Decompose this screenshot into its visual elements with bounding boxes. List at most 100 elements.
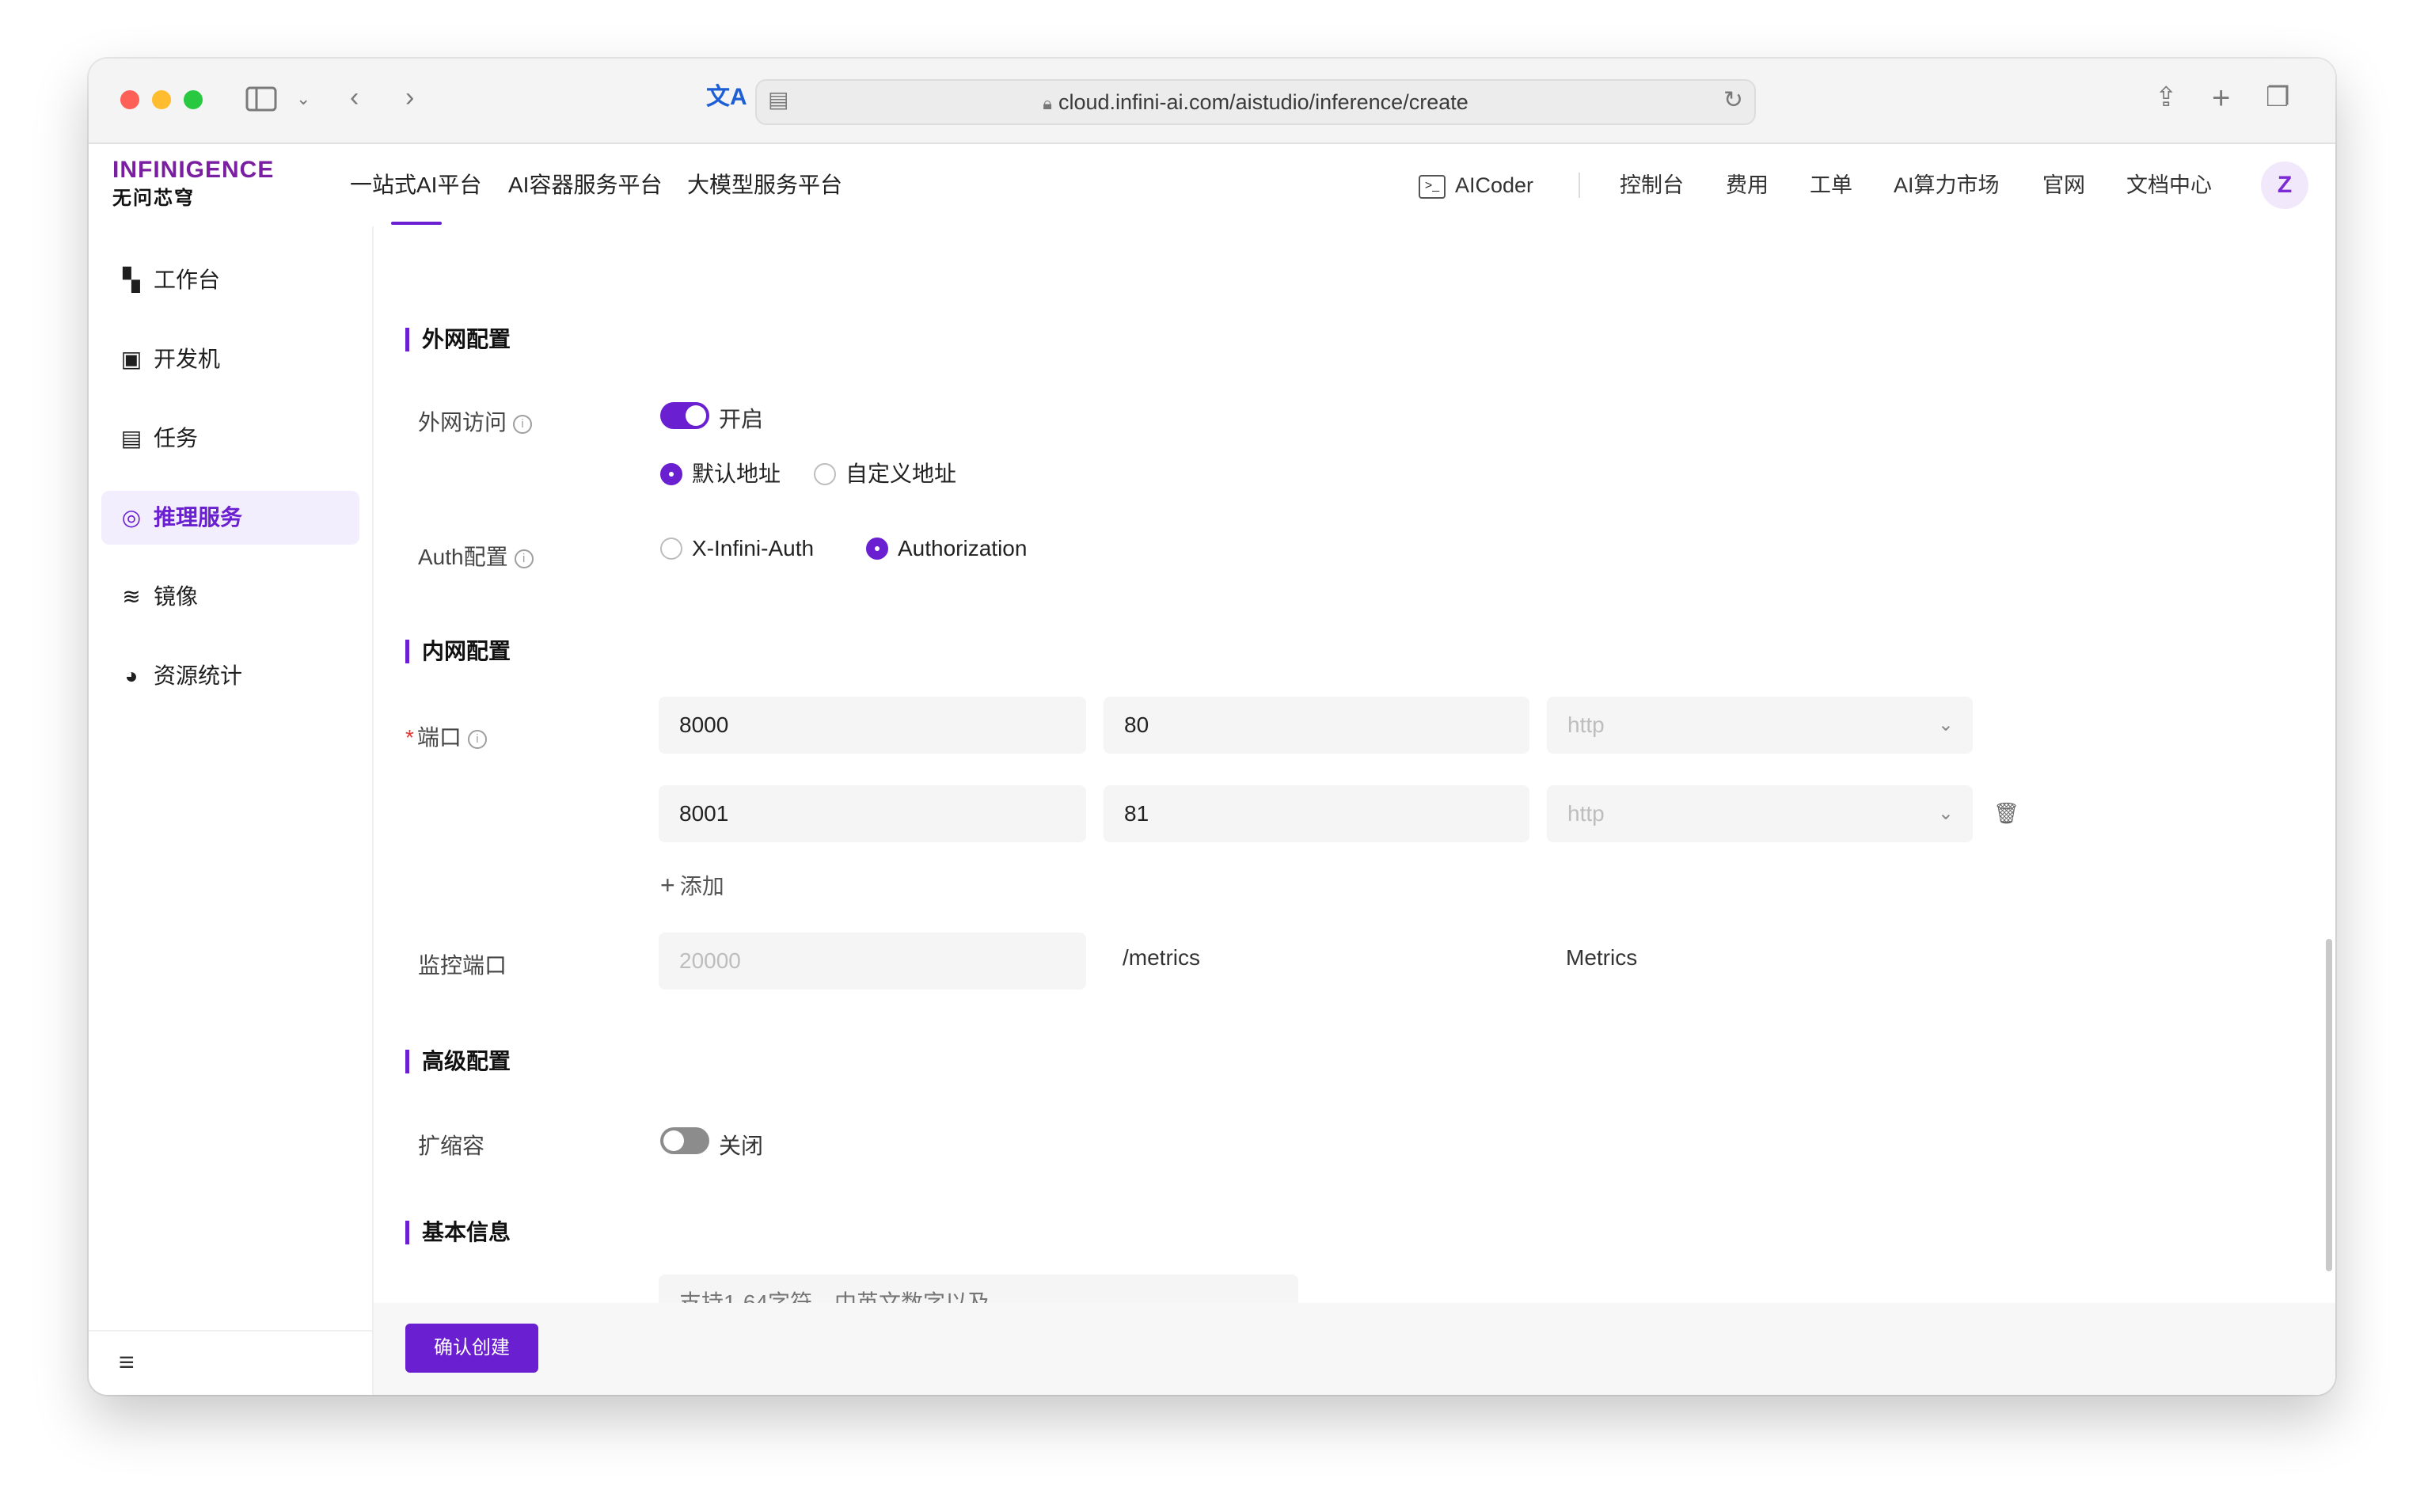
radio-circle	[660, 463, 682, 485]
service-port-input-2[interactable]: 81	[1104, 785, 1529, 842]
nav-llm-service[interactable]: 大模型服务平台	[687, 144, 842, 226]
protocol-select-value: http	[1567, 712, 1605, 737]
info-icon[interactable]: i	[513, 414, 533, 434]
monitor-port-input[interactable]: 20000	[659, 933, 1086, 990]
autoscale-label: 扩缩容	[418, 1134, 485, 1158]
protocol-select-2[interactable]: http ⌄	[1547, 785, 1973, 842]
sidebar-toggle-icon[interactable]	[245, 85, 277, 117]
infinigence-logo[interactable]: INFINIGENCE 无问芯穹	[112, 157, 274, 210]
new-tab-icon[interactable]: +	[2212, 82, 2230, 114]
radio-circle	[814, 463, 836, 485]
address-bar[interactable]: ▤ 🔒︎ cloud.infini-ai.com/aistudio/inferen…	[755, 79, 1756, 125]
chevron-down-icon: ⌄	[1937, 803, 1954, 824]
delete-port-icon[interactable]: 🗑︎	[1993, 801, 2019, 826]
app-header: INFINIGENCE 无问芯穹 一站式AI平台 AI容器服务平台 大模型服务平…	[89, 144, 2335, 226]
layers-icon: ≋	[122, 584, 141, 609]
sidebar-item-workbench[interactable]: ▚ 工作台	[101, 253, 359, 307]
autoscale-toggle[interactable]	[660, 1127, 709, 1154]
monitor-port-label: 监控端口	[418, 953, 507, 978]
terminal-icon: >_	[1419, 174, 1446, 199]
browser-window: ⌄ ‹ › 文A ▤ 🔒︎ cloud.infini-ai.com/aistudi…	[89, 59, 2335, 1395]
radio-circle	[866, 538, 888, 560]
confirm-create-button[interactable]: 确认创建	[405, 1324, 538, 1373]
protocol-select-value: http	[1567, 801, 1605, 826]
sidebar-item-tasks[interactable]: ▤ 任务	[101, 412, 359, 465]
pie-chart-icon: ◕	[124, 663, 139, 688]
section-title-advanced: 高级配置	[405, 1050, 511, 1073]
container-port-input-1[interactable]: 8000	[659, 697, 1086, 754]
radio-label: Authorization	[898, 536, 1028, 560]
lock-icon: 🔒︎	[1043, 93, 1052, 113]
auth-config-label: Auth配置 i	[418, 540, 534, 572]
sidebar-item-images[interactable]: ≋ 镜像	[101, 570, 359, 624]
service-port-input-1[interactable]: 80	[1104, 697, 1529, 754]
external-access-toggle-label: 开启	[719, 407, 764, 431]
chevron-down-icon[interactable]: ⌄	[296, 90, 310, 108]
toggle-knob	[686, 405, 706, 426]
radio-circle	[660, 538, 682, 560]
translate-icon[interactable]: 文A	[706, 85, 747, 109]
info-icon[interactable]: i	[514, 549, 534, 568]
forward-icon[interactable]: ›	[405, 84, 414, 111]
tabs-overview-icon[interactable]: ❐	[2266, 84, 2289, 111]
main-content: 外网配置 外网访问 i 开启 默认地址 自定义地址 Auth配置 i X-Infin…	[374, 226, 2335, 1395]
user-avatar[interactable]: Z	[2261, 161, 2308, 209]
sidebar-item-label: 任务	[154, 426, 199, 450]
port-label: * 端口 i	[405, 720, 487, 752]
sidebar-item-inference[interactable]: ◎ 推理服务	[101, 491, 359, 545]
radio-custom-address[interactable]: 自定义地址	[814, 461, 956, 488]
sidebar-item-label: 开发机	[154, 347, 221, 371]
required-marker: *	[405, 725, 414, 750]
radio-authorization[interactable]: Authorization	[866, 535, 1027, 562]
link-ai-compute-market[interactable]: AI算力市场	[1894, 144, 2000, 226]
metrics-path: /metrics	[1123, 945, 1200, 970]
terminal-icon: ▣	[120, 347, 142, 371]
link-billing[interactable]: 费用	[1726, 144, 1769, 226]
sidebar-item-devmachine[interactable]: ▣ 开发机	[101, 332, 359, 386]
radio-label: X-Infini-Auth	[692, 536, 815, 560]
reload-icon[interactable]: ↻	[1723, 89, 1743, 112]
dashboard-icon: ▚	[123, 268, 140, 292]
aicoder-link[interactable]: >_ AICoder	[1419, 144, 1533, 226]
browser-toolbar: ⌄ ‹ › 文A ▤ 🔒︎ cloud.infini-ai.com/aistudi…	[89, 59, 2335, 144]
form-footer: 确认创建	[374, 1303, 2335, 1395]
menu-icon[interactable]: ≡	[119, 1347, 135, 1378]
sidebar-item-resource-stats[interactable]: ◕ 资源统计	[101, 649, 359, 703]
radio-default-address[interactable]: 默认地址	[660, 461, 781, 488]
nav-one-stop-ai[interactable]: 一站式AI平台	[350, 144, 481, 226]
scrollbar[interactable]	[2326, 939, 2332, 1271]
share-icon[interactable]: ⇪	[2155, 84, 2178, 111]
clipboard-icon: ▤	[120, 426, 142, 450]
add-port-label: 添加	[679, 874, 724, 898]
maximize-window-button[interactable]	[184, 90, 203, 109]
auth-config-label-text: Auth配置	[418, 545, 508, 569]
plus-icon: +	[660, 871, 675, 899]
url-value: cloud.infini-ai.com/aistudio/inference/c…	[1058, 90, 1468, 114]
sidebar-item-label: 资源统计	[154, 663, 243, 688]
link-console[interactable]: 控制台	[1620, 144, 1684, 226]
chevron-down-icon: ⌄	[1937, 714, 1954, 735]
link-official-site[interactable]: 官网	[2042, 144, 2085, 226]
logo-text-cn: 无问芯穹	[112, 188, 195, 209]
radio-x-infini-auth[interactable]: X-Infini-Auth	[660, 535, 814, 562]
link-tickets[interactable]: 工单	[1810, 144, 1852, 226]
back-icon[interactable]: ‹	[350, 84, 359, 111]
radio-label: 自定义地址	[845, 462, 957, 486]
add-port-button[interactable]: + 添加	[660, 869, 724, 901]
metrics-name: Metrics	[1566, 945, 1638, 970]
radio-label: 默认地址	[692, 462, 781, 486]
link-docs[interactable]: 文档中心	[2126, 144, 2212, 226]
minimize-window-button[interactable]	[152, 90, 171, 109]
sidebar-footer: ≡	[89, 1330, 372, 1395]
protocol-select-1[interactable]: http ⌄	[1547, 697, 1973, 754]
sidebar-item-label: 推理服务	[154, 505, 243, 530]
external-access-label-text: 外网访问	[418, 410, 507, 435]
info-icon[interactable]: i	[467, 729, 487, 749]
container-port-input-2[interactable]: 8001	[659, 785, 1086, 842]
external-access-toggle[interactable]	[660, 402, 709, 429]
external-access-label: 外网访问 i	[418, 405, 533, 437]
nav-ai-container[interactable]: AI容器服务平台	[508, 144, 662, 226]
aicoder-label: AICoder	[1455, 173, 1534, 197]
autoscale-toggle-label: 关闭	[719, 1134, 764, 1158]
close-window-button[interactable]	[120, 90, 139, 109]
